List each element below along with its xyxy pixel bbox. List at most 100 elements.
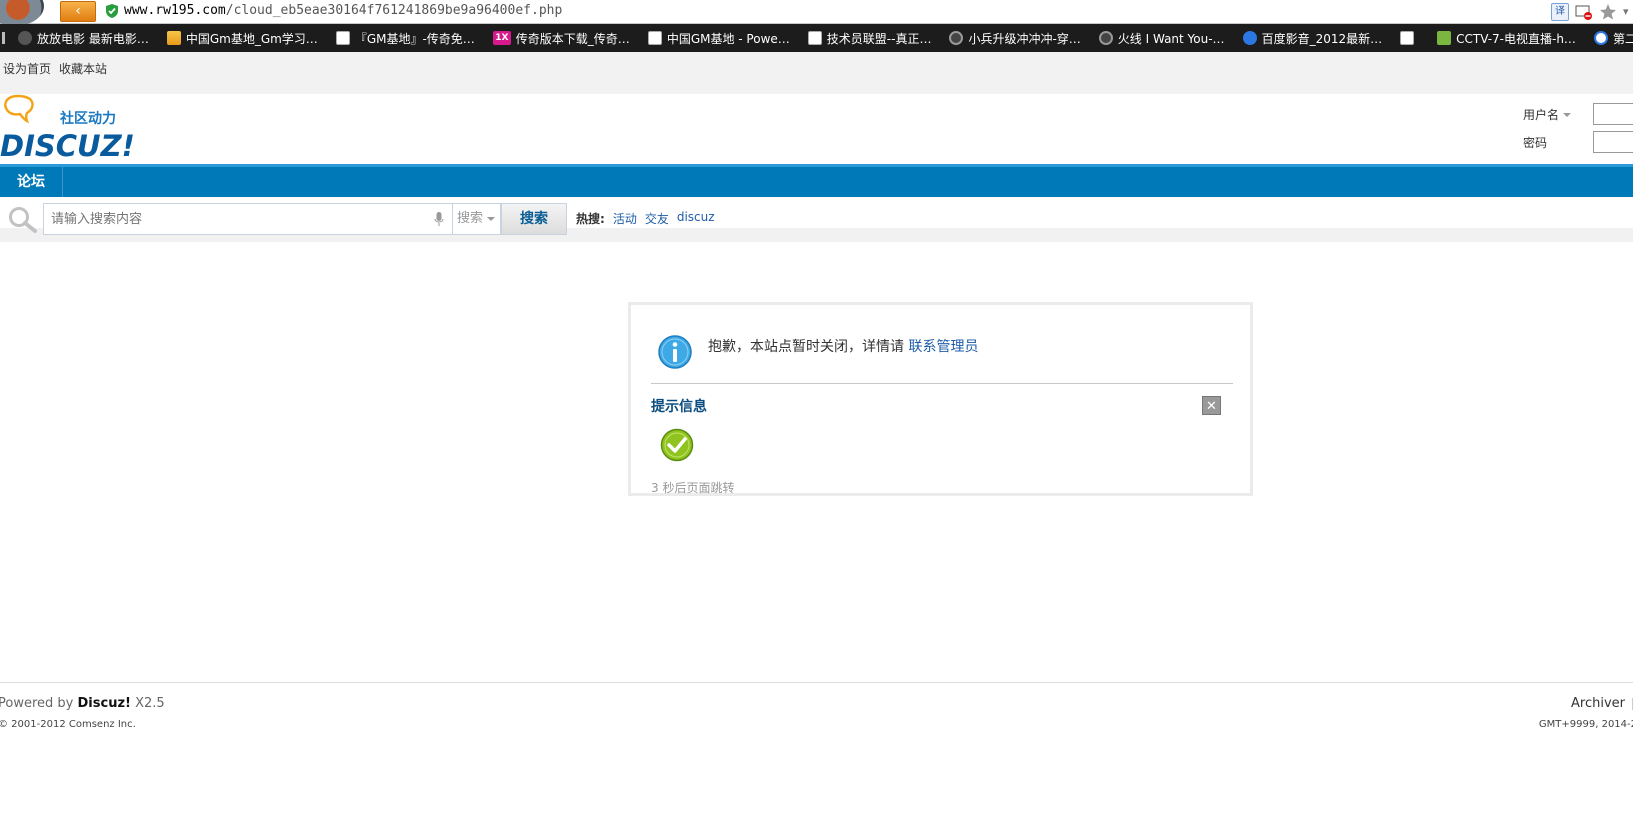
block-icon[interactable] bbox=[1575, 3, 1593, 21]
username-label[interactable]: 用户名 bbox=[1523, 106, 1593, 123]
url-path: /cloud_eb5eae30164f761241869be9a96400ef.… bbox=[225, 3, 563, 18]
play-circle-icon bbox=[1593, 31, 1608, 45]
search-icon bbox=[9, 207, 37, 233]
version-text: X2.5 bbox=[135, 696, 165, 711]
bookmark-item[interactable]: 中国GM基地 - Powe… bbox=[639, 24, 799, 52]
microphone-icon[interactable] bbox=[434, 212, 444, 227]
username-input[interactable] bbox=[1593, 103, 1633, 125]
bookmark-label: 传奇版本下载_传奇… bbox=[515, 31, 630, 46]
bookmark-item[interactable]: 火线 I Want You-… bbox=[1090, 24, 1234, 52]
message-body: 抱歉，本站点暂时关闭，详情请 bbox=[708, 339, 904, 355]
hot-searches: 热搜: 活动 交友 discuz bbox=[576, 210, 715, 227]
face-icon bbox=[949, 31, 964, 45]
main-nav: 论坛 bbox=[0, 164, 1633, 197]
bookmark-item[interactable]: 小兵升级冲冲冲-穿… bbox=[940, 24, 1089, 52]
tv-icon bbox=[1437, 31, 1452, 45]
password-row: 密码 bbox=[1523, 128, 1633, 156]
topbar-links: 设为首页 收藏本站 bbox=[3, 60, 107, 77]
search-bar: 搜索 搜索 热搜: 活动 交友 discuz bbox=[0, 197, 1633, 242]
bookmark-item[interactable]: 技术员联盟--真正… bbox=[799, 24, 941, 52]
divider bbox=[651, 383, 1233, 384]
check-icon bbox=[660, 428, 694, 462]
info-icon bbox=[658, 335, 692, 369]
bookmark-overflow[interactable] bbox=[0, 24, 9, 52]
doc-icon bbox=[807, 31, 822, 45]
doc-icon bbox=[1400, 31, 1415, 45]
bookmark-label: 小兵升级冲冲冲-穿… bbox=[968, 31, 1081, 46]
message-text: 抱歉，本站点暂时关闭，详情请 联系管理员 bbox=[708, 336, 978, 356]
bookmark-label: 火线 I Want You-… bbox=[1117, 31, 1225, 46]
chevron-down-icon bbox=[1563, 113, 1572, 117]
login-form: 用户名 密码 bbox=[1523, 100, 1633, 156]
bookmark-label: 中国GM基地 - Powe… bbox=[666, 31, 790, 46]
chevron-down-icon bbox=[487, 216, 496, 221]
site-header: 社区动力 DISCUZ! 用户名 密码 bbox=[0, 94, 1633, 164]
bookmark-item[interactable]: 1X 传奇版本下载_传奇… bbox=[484, 24, 639, 52]
bookmark-label: 技术员联盟--真正… bbox=[826, 31, 932, 46]
bookmark-item[interactable]: 放放电影 最新电影… bbox=[9, 24, 158, 52]
search-type-select[interactable]: 搜索 bbox=[453, 203, 501, 235]
search-input[interactable] bbox=[51, 204, 421, 234]
logo-tagline: 社区动力 bbox=[59, 110, 116, 127]
close-button[interactable]: ✕ bbox=[1202, 396, 1221, 415]
logo-text: DISCUZ! bbox=[0, 129, 135, 160]
onex-icon: 1X bbox=[492, 31, 511, 45]
powered-brand[interactable]: Discuz! bbox=[78, 696, 131, 711]
play-icon bbox=[1242, 31, 1257, 45]
face-icon bbox=[1098, 31, 1113, 45]
redirect-notice: 3 秒后页面跳转 bbox=[651, 481, 735, 495]
username-row: 用户名 bbox=[1523, 100, 1633, 128]
doc-icon bbox=[335, 31, 350, 45]
password-label: 密码 bbox=[1523, 135, 1548, 150]
bookmark-item[interactable]: CCTV-7-电视直播-h… bbox=[1428, 24, 1585, 52]
sun-icon bbox=[166, 31, 181, 45]
bookmark-item[interactable] bbox=[1391, 24, 1428, 52]
site-topbar: 设为首页 收藏本站 bbox=[0, 52, 1633, 94]
browser-address-bar: ‹ www.rw195.com/cloud_eb5eae30164f761241… bbox=[0, 0, 1633, 26]
hot-label: 热搜: bbox=[576, 212, 605, 226]
password-input[interactable] bbox=[1593, 131, 1633, 153]
bookmark-label: 第二集 bbox=[1612, 31, 1633, 46]
hot-link[interactable]: discuz bbox=[677, 210, 715, 227]
star-icon[interactable] bbox=[1599, 3, 1617, 21]
translate-icon[interactable]: 译 bbox=[1551, 3, 1569, 21]
bookmark-label: 『GM基地』-传奇免… bbox=[354, 31, 475, 46]
nav-item-forum[interactable]: 论坛 bbox=[0, 167, 63, 197]
message-dialog: 抱歉，本站点暂时关闭，详情请 联系管理员 提示信息 ✕ 3 秒后页面跳转 bbox=[628, 302, 1253, 496]
film-icon bbox=[18, 31, 32, 45]
bookmark-label: CCTV-7-电视直播-h… bbox=[1456, 31, 1576, 46]
browser-toolbar-right: 译 ▾ bbox=[1551, 2, 1633, 22]
bookmark-label: 百度影音_2012最新… bbox=[1261, 31, 1383, 46]
bookmark-item[interactable]: 『GM基地』-传奇免… bbox=[327, 24, 484, 52]
message-title: 提示信息 bbox=[651, 399, 707, 415]
bookmark-item[interactable]: 第二集 bbox=[1585, 24, 1633, 52]
discuz-logo[interactable]: 社区动力 DISCUZ! bbox=[0, 94, 140, 160]
back-button[interactable]: ‹ bbox=[60, 1, 96, 22]
powered-prefix: Powered by bbox=[0, 696, 74, 711]
bookmark-label: 放放电影 最新电影… bbox=[37, 31, 149, 46]
archiver-link[interactable]: Archiver bbox=[1571, 696, 1625, 711]
chevron-down-icon[interactable]: ▾ bbox=[1623, 3, 1631, 21]
bookmarks-bar: 放放电影 最新电影… 中国Gm基地_Gm学习… 『GM基地』-传奇免… 1X 传奇… bbox=[0, 24, 1633, 52]
set-home-link[interactable]: 设为首页 bbox=[3, 60, 51, 77]
gmt-time: GMT+9999, 2014-2 bbox=[1538, 719, 1633, 730]
url-field[interactable]: www.rw195.com/cloud_eb5eae30164f76124186… bbox=[124, 3, 562, 18]
username-label-text: 用户名 bbox=[1523, 107, 1560, 122]
site-footer: Powered by Discuz! X2.5 © 2001-2012 Coms… bbox=[0, 682, 1633, 730]
hot-link[interactable]: 活动 bbox=[613, 210, 637, 227]
doc-icon bbox=[647, 31, 662, 45]
hot-link[interactable]: 交友 bbox=[645, 210, 669, 227]
contact-admin-link[interactable]: 联系管理员 bbox=[908, 339, 978, 355]
shield-check-icon bbox=[106, 4, 118, 18]
bookmark-label: 中国Gm基地_Gm学习… bbox=[185, 31, 318, 46]
copyright: © 2001-2012 Comsenz Inc. bbox=[0, 719, 136, 730]
bookmark-item[interactable]: 中国Gm基地_Gm学习… bbox=[158, 24, 327, 52]
bookmark-site-link[interactable]: 收藏本站 bbox=[59, 60, 107, 77]
search-type-label: 搜索 bbox=[457, 211, 484, 226]
url-host: www.rw195.com bbox=[124, 3, 226, 18]
browser-logo-icon bbox=[0, 0, 44, 26]
search-button[interactable]: 搜索 bbox=[501, 203, 567, 235]
search-input-wrap bbox=[43, 203, 453, 235]
powered-by: Powered by Discuz! X2.5 bbox=[0, 696, 165, 711]
bookmark-item[interactable]: 百度影音_2012最新… bbox=[1234, 24, 1392, 52]
